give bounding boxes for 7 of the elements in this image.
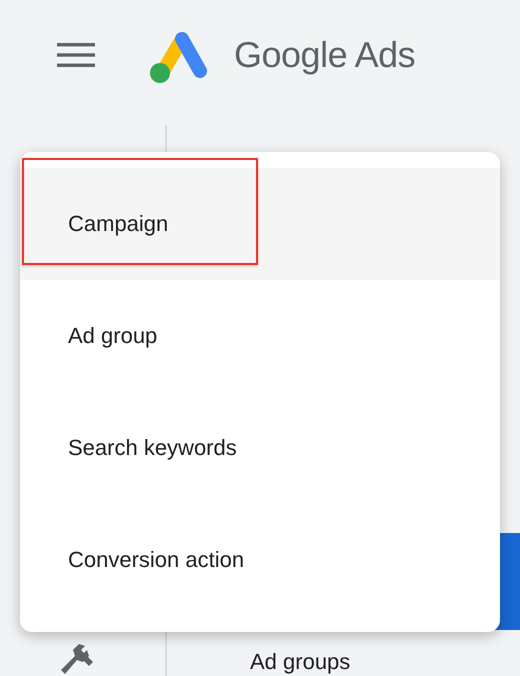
section-heading: Ad groups	[250, 649, 350, 675]
menu-item[interactable]: Ad group	[20, 280, 500, 392]
menu-item[interactable]: Search keywords	[20, 392, 500, 504]
logo-text: Google Ads	[234, 34, 416, 76]
menu-item[interactable]: Campaign	[20, 168, 500, 280]
menu-icon[interactable]	[57, 43, 95, 67]
menu-item[interactable]: Conversion action	[20, 504, 500, 616]
